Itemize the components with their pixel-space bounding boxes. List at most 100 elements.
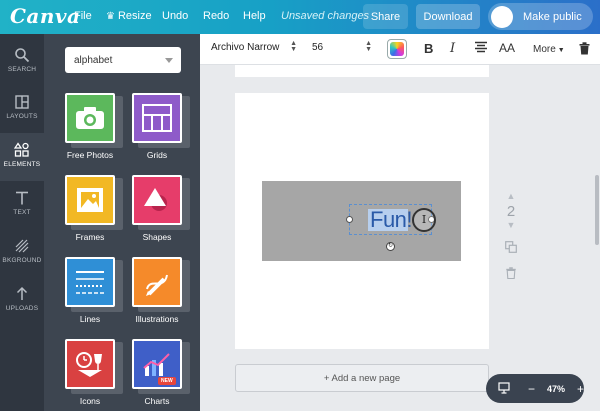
tile-illustrations[interactable]: Illustrations xyxy=(132,257,198,335)
resize-handle-left[interactable] xyxy=(346,216,353,223)
page-up-icon[interactable]: ▲ xyxy=(501,191,521,201)
text-cursor-icon: I xyxy=(412,208,436,232)
tile-label: Lines xyxy=(79,314,101,324)
zoom-in-button[interactable]: + xyxy=(577,382,584,396)
help-menu[interactable]: Help xyxy=(243,10,266,22)
tile-lines[interactable]: Lines xyxy=(65,257,131,335)
more-menu[interactable]: More ▼ xyxy=(533,44,565,55)
wine-clock-icon xyxy=(76,352,102,377)
rail-label: LAYOUTS xyxy=(6,113,38,120)
font-size-value: 56 xyxy=(312,42,324,53)
color-swatch xyxy=(390,42,404,56)
align-center-icon xyxy=(475,41,487,53)
pencil-icon xyxy=(146,274,168,296)
page-down-icon[interactable]: ▼ xyxy=(501,220,521,230)
redo-button[interactable]: Redo xyxy=(203,10,229,22)
previous-page[interactable] xyxy=(235,65,489,77)
design-page[interactable]: Fun! ↻ I xyxy=(235,93,489,349)
tile-label: Illustrations xyxy=(135,314,179,324)
rail-label: SEARCH xyxy=(7,66,37,73)
share-button[interactable]: Share xyxy=(363,4,408,29)
elements-panel: alphabet Free Photos Grids Frames Shapes xyxy=(44,34,200,411)
grey-rectangle[interactable]: Fun! ↻ I xyxy=(262,181,461,261)
tile-frames[interactable]: Frames xyxy=(65,175,131,253)
page-tools: ▲ 2 ▼ xyxy=(501,191,521,284)
font-size-select[interactable]: 56 ▲ ▼ xyxy=(312,40,372,53)
card xyxy=(132,175,182,225)
crown-icon: ♛ xyxy=(106,11,115,22)
rotate-handle[interactable]: ↻ xyxy=(386,242,395,251)
background-icon xyxy=(15,239,29,253)
trash-icon xyxy=(506,267,516,280)
align-center-button[interactable] xyxy=(474,41,488,56)
card xyxy=(132,93,182,143)
card xyxy=(65,93,115,143)
tile-grids[interactable]: Grids xyxy=(132,93,198,171)
updown-arrows-icon: ▲ ▼ xyxy=(365,40,372,53)
tile-icons[interactable]: Icons xyxy=(65,339,131,411)
canvas-area: Fun! ↻ I ▲ 2 ▼ + Add a new page − 47% + xyxy=(200,65,600,411)
text-toolbar: Archivo Narrow ▲ ▼ 56 ▲ ▼ B I AA More ▼ xyxy=(200,34,600,65)
toggle-knob xyxy=(491,5,513,28)
card xyxy=(132,257,182,307)
zoom-control: − 47% + xyxy=(486,374,584,403)
elements-icon xyxy=(14,142,29,157)
text-content[interactable]: Fun! xyxy=(370,207,413,233)
rail-item-layouts[interactable]: LAYOUTS xyxy=(0,85,44,133)
rail-label: TEXT xyxy=(13,209,31,216)
card xyxy=(65,175,115,225)
present-icon xyxy=(498,381,510,394)
present-button[interactable] xyxy=(498,381,510,396)
elements-search-input[interactable]: alphabet xyxy=(65,47,181,73)
undo-button[interactable]: Undo xyxy=(162,10,188,22)
make-public-toggle[interactable]: Make public xyxy=(488,3,593,30)
text-color-button[interactable] xyxy=(387,39,407,59)
lines-icon xyxy=(76,271,104,294)
make-public-label: Make public xyxy=(523,10,582,23)
save-status: Unsaved changes xyxy=(281,10,370,22)
tile-label: Icons xyxy=(79,396,101,406)
copy-page-button[interactable] xyxy=(501,240,521,258)
text-box[interactable]: Fun! ↻ I xyxy=(346,204,436,251)
grid-icon xyxy=(142,104,172,132)
tile-label: Grids xyxy=(146,150,168,160)
add-page-button[interactable]: + Add a new page xyxy=(235,364,489,392)
font-family-select[interactable]: Archivo Narrow ▲ ▼ xyxy=(211,40,297,53)
search-icon xyxy=(15,48,30,63)
chevron-down-icon[interactable] xyxy=(165,58,173,63)
tile-charts[interactable]: NEW Charts xyxy=(132,339,198,411)
tile-label: Free Photos xyxy=(66,150,114,160)
delete-button[interactable] xyxy=(579,42,590,60)
trash-icon xyxy=(579,42,590,55)
card xyxy=(65,257,115,307)
download-button[interactable]: Download xyxy=(416,4,480,29)
bold-button[interactable]: B xyxy=(424,41,433,56)
italic-button[interactable]: I xyxy=(450,41,455,56)
tile-label: Frames xyxy=(75,232,105,242)
left-rail: SEARCH LAYOUTS ELEMENTS TEXT BKGROUND UP… xyxy=(0,34,44,411)
canva-logo[interactable]: Canva xyxy=(10,4,81,28)
rail-item-bkground[interactable]: BKGROUND xyxy=(0,229,44,277)
tile-free-photos[interactable]: Free Photos xyxy=(65,93,131,171)
vertical-scrollbar[interactable] xyxy=(595,175,599,245)
resize-menu[interactable]: ♛ Resize xyxy=(106,10,152,22)
card xyxy=(65,339,115,389)
updown-arrows-icon: ▲ ▼ xyxy=(290,40,297,53)
card: NEW xyxy=(132,339,182,389)
text-icon xyxy=(16,191,28,205)
rail-item-text[interactable]: TEXT xyxy=(0,181,44,229)
resize-label: Resize xyxy=(117,10,152,22)
file-menu[interactable]: File xyxy=(74,10,92,22)
rail-item-elements[interactable]: ELEMENTS xyxy=(0,133,44,181)
font-name: Archivo Narrow xyxy=(211,42,280,53)
zoom-out-button[interactable]: − xyxy=(528,382,535,396)
layouts-icon xyxy=(15,95,29,109)
rail-item-uploads[interactable]: UPLOADS xyxy=(0,277,44,325)
tile-shapes[interactable]: Shapes xyxy=(132,175,198,253)
copy-icon xyxy=(505,241,517,253)
uppercase-button[interactable]: AA xyxy=(499,41,515,55)
page-number: 2 xyxy=(506,203,516,220)
delete-page-button[interactable] xyxy=(501,266,521,284)
rail-item-search[interactable]: SEARCH xyxy=(0,38,44,86)
zoom-level[interactable]: 47% xyxy=(547,384,565,394)
